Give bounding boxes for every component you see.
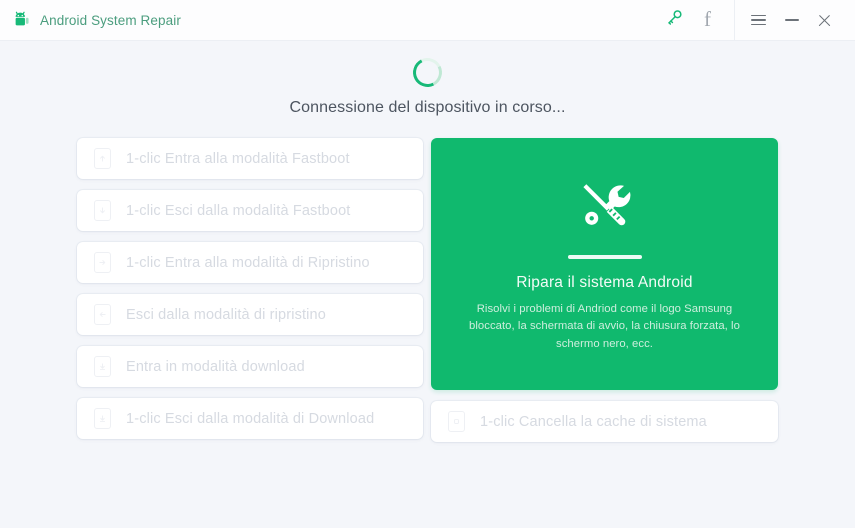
facebook-f-icon: f [704,6,711,31]
menu-button[interactable] [742,0,775,41]
card-separator [567,255,642,259]
repair-card-title: Ripara il sistema Android [516,273,693,291]
title-bar-left: Android System Repair [14,11,181,29]
phone-arrow-down-icon [94,200,111,221]
mode-options-list: 1-clic Entra alla modalità Fastboot 1-cl… [77,138,423,442]
option-exit-fastboot[interactable]: 1-clic Esci dalla modalità Fastboot [77,190,423,231]
repair-column: Ripara il sistema Android Risolvi i prob… [431,138,778,442]
connection-status: Connessione del dispositivo in corso... [0,41,855,117]
option-label: 1-clic Esci dalla modalità Fastboot [126,202,351,219]
title-bar: Android System Repair f [0,0,855,41]
hamburger-menu-icon [751,14,766,26]
option-enter-fastboot[interactable]: 1-clic Entra alla modalità Fastboot [77,138,423,179]
minimize-button[interactable] [775,0,808,41]
option-label: 1-clic Esci dalla modalità di Download [126,410,375,427]
app-title: Android System Repair [40,12,181,28]
option-label: 1-clic Entra alla modalità Fastboot [126,150,350,167]
app-window: Android System Repair f Connessione del … [0,0,855,528]
phone-cache-icon [448,411,465,432]
option-exit-download[interactable]: 1-clic Esci dalla modalità di Download [77,398,423,439]
option-clear-system-cache[interactable]: 1-clic Cancella la cache di sistema [431,401,778,442]
phone-arrow-right-icon [94,252,111,273]
option-label: Esci dalla modalità di ripristino [126,306,326,323]
phone-arrow-left-icon [94,304,111,325]
option-enter-recovery[interactable]: 1-clic Entra alla modalità di Ripristino [77,242,423,283]
option-enter-download[interactable]: Entra in modalità download [77,346,423,387]
phone-download-icon [94,356,111,377]
facebook-button[interactable]: f [691,0,724,41]
connection-status-text: Connessione del dispositivo in corso... [289,99,566,116]
main-content: 1-clic Entra alla modalità Fastboot 1-cl… [0,117,855,528]
controls-divider [734,0,735,41]
option-exit-recovery[interactable]: Esci dalla modalità di ripristino [77,294,423,335]
repair-android-system-card[interactable]: Ripara il sistema Android Risolvi i prob… [431,138,778,390]
minimize-icon [784,19,799,21]
close-icon [817,13,832,28]
loading-spinner-icon [409,54,446,91]
option-label: Entra in modalità download [126,358,305,375]
repair-card-description: Risolvi i problemi di Andriod come il lo… [469,302,740,350]
option-label: 1-clic Cancella la cache di sistema [480,413,707,430]
register-key-button[interactable] [658,0,691,41]
wrench-screwdriver-icon [577,177,633,233]
option-label: 1-clic Entra alla modalità di Ripristino [126,254,370,271]
window-controls: f [658,0,841,41]
phone-download-exit-icon [94,408,111,429]
content-grid: 1-clic Entra alla modalità Fastboot 1-cl… [77,138,780,442]
android-robot-icon [14,11,31,29]
close-button[interactable] [808,0,841,41]
key-icon [666,9,683,31]
phone-arrow-up-icon [94,148,111,169]
